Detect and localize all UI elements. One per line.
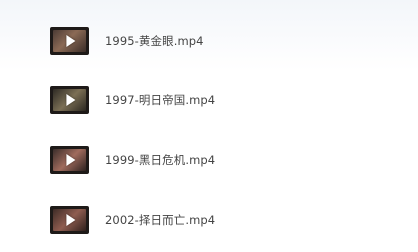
file-name: 1995-黄金眼.mp4 <box>105 34 204 48</box>
video-thumbnail[interactable] <box>50 27 89 55</box>
play-icon <box>65 214 75 226</box>
file-name: 1997-明日帝国.mp4 <box>105 93 216 107</box>
file-list: 1995-黄金眼.mp4 1997-明日帝国.mp4 1999-黑日危机.mp4… <box>0 0 418 252</box>
video-thumbnail[interactable] <box>50 146 89 174</box>
video-thumbnail[interactable] <box>50 206 89 234</box>
play-icon <box>65 35 75 47</box>
file-name: 2002-择日而亡.mp4 <box>105 213 216 227</box>
video-thumbnail[interactable] <box>50 86 89 114</box>
file-name: 1999-黑日危机.mp4 <box>105 153 216 167</box>
file-item-2002[interactable]: 2002-择日而亡.mp4 <box>50 205 290 235</box>
file-item-1995[interactable]: 1995-黄金眼.mp4 <box>50 26 290 56</box>
file-item-1999[interactable]: 1999-黑日危机.mp4 <box>50 145 290 175</box>
play-icon <box>65 94 75 106</box>
file-item-1997[interactable]: 1997-明日帝国.mp4 <box>50 85 290 115</box>
play-icon <box>65 154 75 166</box>
